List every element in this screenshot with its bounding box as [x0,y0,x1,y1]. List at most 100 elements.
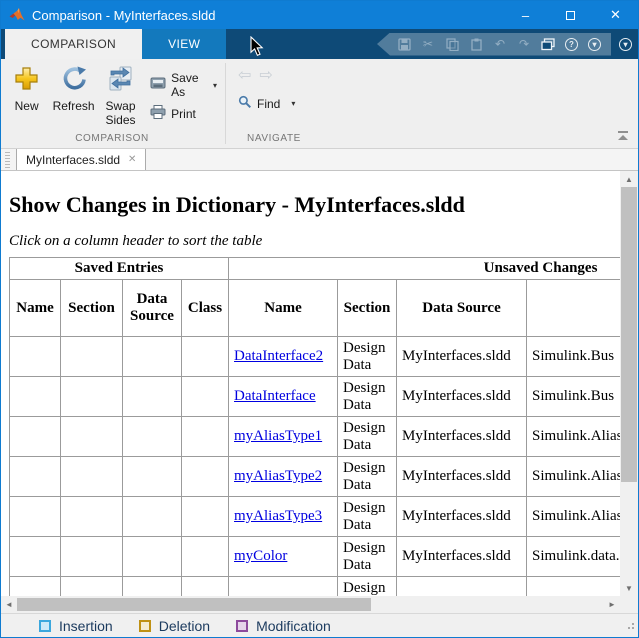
vertical-scrollbar[interactable]: ▲ ▼ [620,171,638,596]
unsaved-class-cell: Simulink.Bus [527,377,620,417]
unsaved-class-cell: Simulink.Bus [527,337,620,377]
table-row: myAliasType3Design DataMyInterfaces.sldd… [10,497,621,537]
comparison-window: Comparison - MyInterfaces.sldd – ✕ COMPA… [0,0,639,638]
redo-icon[interactable]: ↷ [517,37,531,51]
horizontal-scrollbar[interactable]: ◄ ► [1,596,620,613]
diff-table-head: Saved EntriesUnsaved ChangesNameSectionD… [10,258,621,337]
modification-color-swatch [236,620,248,632]
save-icon[interactable] [397,37,411,51]
new-button[interactable]: New [5,63,48,114]
status-bar: InsertionDeletionModification [1,613,638,637]
legend-label: Modification [256,618,331,634]
entry-link[interactable]: myColor [234,548,287,564]
table-row: DataInterfaceDesign DataMyInterfaces.sld… [10,377,621,417]
saved-cell [123,457,182,497]
matlab-logo-icon [9,7,25,23]
unsaved-name-cell: myAliasType2 [229,457,338,497]
document-tab[interactable]: MyInterfaces.sldd ✕ [16,148,146,170]
close-button[interactable]: ✕ [593,1,638,29]
maximize-button[interactable] [548,1,593,29]
minimize-button[interactable]: – [503,1,548,29]
group-comparison-label: COMPARISON [1,133,223,148]
copy-icon[interactable] [445,37,459,51]
save-as-label: Save As [171,71,208,99]
entry-link[interactable]: DataInterface2 [234,348,323,364]
maximize-icon [566,11,575,20]
ribbon-options-icon[interactable]: ▾ [619,38,632,51]
refresh-label: Refresh [53,100,95,114]
horizontal-scroll-thumb[interactable] [17,598,371,611]
paste-icon[interactable] [469,37,483,51]
unsaved-section-cell: Design Data [338,417,397,457]
entry-link[interactable]: myAliasType1 [234,428,322,444]
print-icon [150,105,166,122]
scroll-right-icon[interactable]: ► [604,596,620,613]
saved-cell [61,457,123,497]
entry-link[interactable]: DataInterface [234,388,316,404]
column-header[interactable]: Section [338,280,397,337]
minimize-icon: – [522,8,529,23]
drag-grip-icon[interactable] [5,152,10,168]
resize-grip-icon[interactable] [625,617,635,635]
column-header[interactable]: Class [182,280,229,337]
find-button[interactable]: Find ▾ [238,95,320,112]
saved-cell [61,377,123,417]
legend-item: Modification [236,618,331,634]
find-label: Find [257,97,280,111]
layout-windows-icon[interactable] [541,37,555,51]
print-button[interactable]: Print [150,105,217,122]
scroll-down-icon[interactable]: ▼ [620,580,638,596]
saved-cell [182,577,229,597]
diff-table-body: DataInterface2Design DataMyInterfaces.sl… [10,337,621,597]
swap-sides-button[interactable]: SwapSides [99,63,142,128]
entry-link[interactable]: myAliasType3 [234,508,322,524]
unsaved-data-source-cell [397,577,527,597]
tab-view[interactable]: VIEW [142,29,226,59]
table-row: myAliasType1Design DataMyInterfaces.sldd… [10,417,621,457]
unsaved-section-cell: Design Data [338,577,397,597]
saved-cell [10,377,61,417]
toolbar-options-icon[interactable]: ▾ [588,38,601,51]
undo-icon[interactable]: ↶ [493,37,507,51]
collapse-ribbon-button[interactable] [618,131,628,140]
scroll-left-icon[interactable]: ◄ [1,596,17,613]
legend-label: Insertion [59,618,113,634]
cut-icon[interactable]: ✂ [421,37,435,51]
new-label: New [15,100,39,114]
back-icon[interactable]: ⇦ [238,65,251,85]
refresh-icon [60,65,87,97]
document-tab-bar: MyInterfaces.sldd ✕ [1,149,638,171]
scroll-up-icon[interactable]: ▲ [620,171,638,187]
column-header[interactable]: Name [10,280,61,337]
save-as-button[interactable]: Save As ▾ [150,71,217,99]
table-row: DataInterface2Design DataMyInterfaces.sl… [10,337,621,377]
help-icon[interactable]: ? [565,38,578,51]
saved-cell [61,537,123,577]
tab-comparison[interactable]: COMPARISON [5,29,142,59]
refresh-button[interactable]: Refresh [48,63,99,114]
saved-cell [10,577,61,597]
column-header[interactable]: Name [229,280,338,337]
document-tab-label: MyInterfaces.sldd [26,153,120,167]
saved-cell [182,377,229,417]
column-header[interactable]: Data Source [397,280,527,337]
unsaved-name-cell: myAliasType3 [229,497,338,537]
unsaved-changes-group-header[interactable]: Unsaved Changes [229,258,620,280]
saved-cell [10,457,61,497]
entry-link[interactable]: myAliasType2 [234,468,322,484]
saved-cell [61,577,123,597]
save-as-icon [150,77,166,93]
unsaved-class-cell [527,577,620,597]
unsaved-name-cell: myAliasType1 [229,417,338,457]
saved-cell [123,537,182,577]
column-header[interactable]: Data Source [123,280,182,337]
forward-icon[interactable]: ⇨ [259,65,272,85]
find-dropdown-icon: ▾ [291,99,295,108]
document-tab-close-icon[interactable]: ✕ [128,154,136,165]
column-header[interactable] [527,280,620,337]
find-icon [238,95,252,112]
saved-entries-group-header[interactable]: Saved Entries [10,258,229,280]
vertical-scroll-thumb[interactable] [621,187,637,482]
saved-cell [182,497,229,537]
column-header[interactable]: Section [61,280,123,337]
